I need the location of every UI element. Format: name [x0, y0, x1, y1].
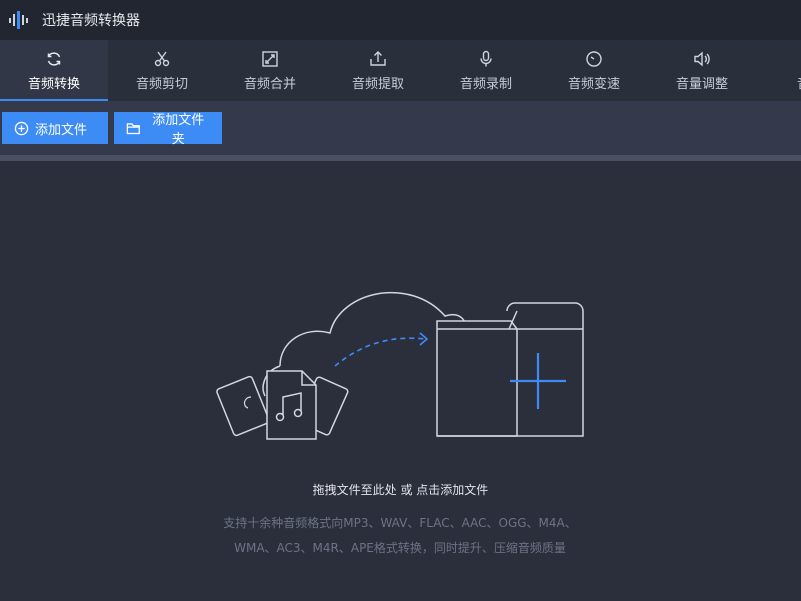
- tab-label: 音频变速: [567, 76, 620, 92]
- action-bar: 添加文件 添加文件夹: [0, 101, 801, 155]
- tab-volume-adjust[interactable]: 音量调整: [648, 40, 756, 101]
- tab-label: 音频转换: [27, 76, 80, 92]
- drop-illustration: [216, 291, 584, 440]
- tab-audio-speed[interactable]: 音频变速: [540, 40, 648, 101]
- dashed-arrow: [334, 337, 426, 367]
- tab-label: 音频录制: [459, 76, 512, 92]
- function-toolbar: 音频转换 音频剪切 音频合并 音频提取 音频录制 音频变速 音量调整: [0, 40, 801, 101]
- add-file-button[interactable]: 添加文件: [2, 112, 108, 144]
- tab-audio-convert[interactable]: 音频转换: [0, 40, 108, 101]
- volume-icon: [694, 50, 710, 67]
- add-folder-label: 添加文件夹: [152, 113, 205, 147]
- sound-wave-icon: [4, 4, 36, 36]
- add-file-label: 添加文件: [35, 122, 88, 138]
- app-title: 迅捷音频转换器: [42, 13, 140, 29]
- speed-icon: [586, 50, 602, 67]
- support-line-2: WMA、AC3、M4R、APE格式转换，同时提升、压缩音频质量: [234, 541, 566, 555]
- microphone-icon: [480, 50, 492, 66]
- audio-files-icon: [216, 370, 349, 440]
- tab-audio-extract[interactable]: 音频提取: [324, 40, 432, 101]
- tab-audio-merge[interactable]: 音频合并: [216, 40, 324, 101]
- drop-hint-text: 拖拽文件至此处 或 点击添加文件: [312, 483, 489, 497]
- tab-label: 音频提取: [351, 76, 404, 92]
- merge-icon: [262, 50, 278, 67]
- tab-label: 音量调整: [675, 76, 728, 92]
- tab-audio-more[interactable]: 音频: [756, 40, 801, 101]
- extract-icon: [370, 50, 386, 66]
- tab-label: 音频: [797, 73, 801, 92]
- tab-label: 音频剪切: [135, 76, 188, 92]
- tab-label: 音频合并: [243, 76, 296, 92]
- plus-circle-icon: [14, 121, 29, 135]
- file-drop-zone[interactable]: 拖拽文件至此处 或 点击添加文件 支持十余种音频格式向MP3、WAV、FLAC、…: [0, 161, 801, 601]
- refresh-icon: [47, 51, 61, 66]
- folder-icon: [436, 302, 584, 437]
- folder-icon: [126, 122, 140, 134]
- supported-formats-text: 支持十余种音频格式向MP3、WAV、FLAC、AAC、OGG、M4A、 WMA、…: [180, 511, 620, 561]
- support-line-1: 支持十余种音频格式向MP3、WAV、FLAC、AAC、OGG、M4A、: [223, 516, 577, 530]
- add-folder-button[interactable]: 添加文件夹: [114, 112, 222, 147]
- title-bar: 迅捷音频转换器: [0, 0, 801, 40]
- scissors-icon: [154, 51, 170, 66]
- tab-audio-cut[interactable]: 音频剪切: [108, 40, 216, 101]
- tab-audio-record[interactable]: 音频录制: [432, 40, 540, 101]
